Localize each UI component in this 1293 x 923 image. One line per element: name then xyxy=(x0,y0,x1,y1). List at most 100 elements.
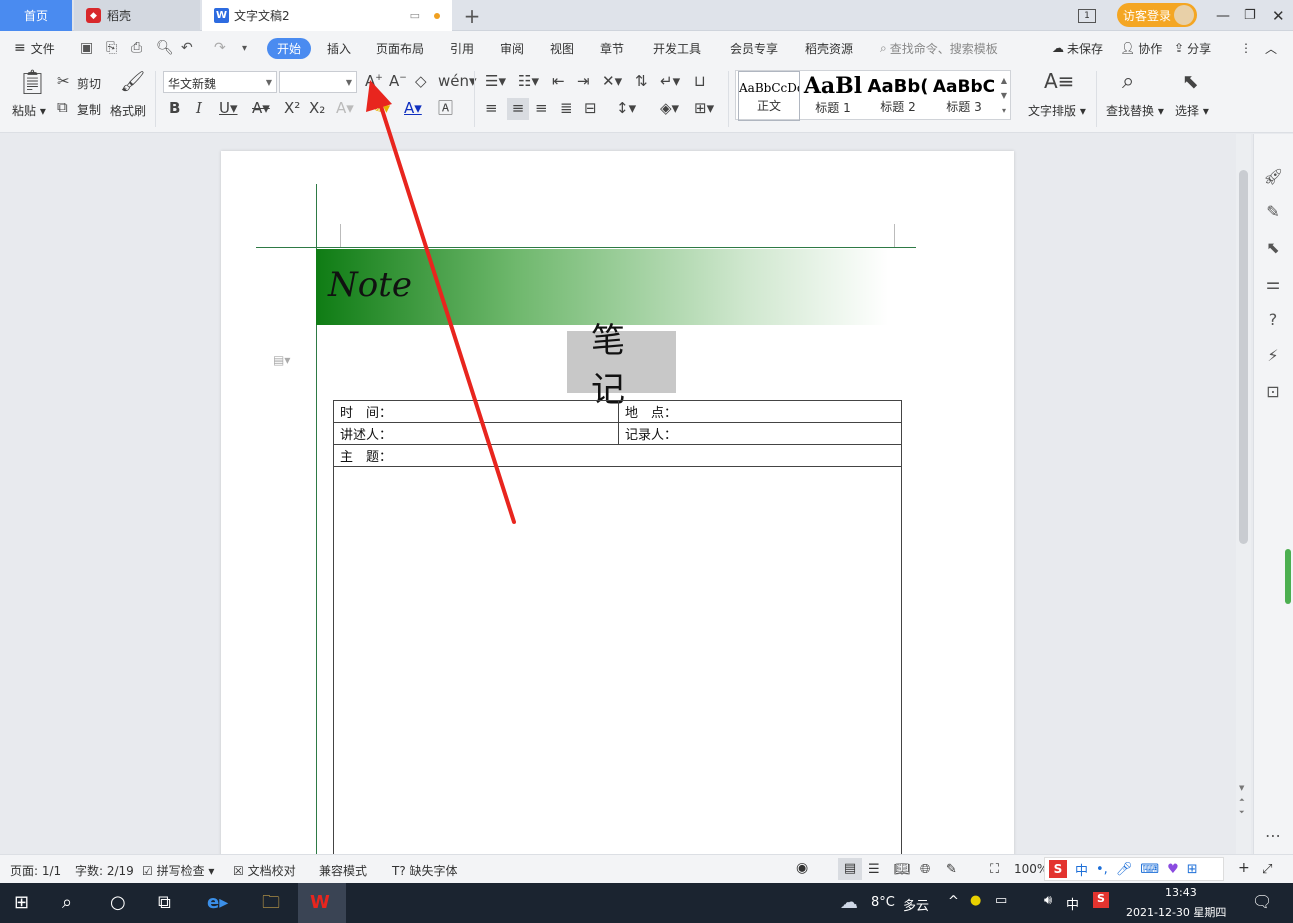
distribute-icon[interactable]: ⊟ xyxy=(584,101,597,116)
missing-font-button[interactable]: T? 缺失字体 xyxy=(392,862,458,879)
compat-mode[interactable]: 兼容模式 xyxy=(319,862,367,879)
spell-check-button[interactable]: ☑ 拼写检查 ▾ xyxy=(142,862,214,879)
tab-insert[interactable]: 插入 xyxy=(327,31,351,65)
increase-font-size-icon[interactable]: A+ xyxy=(365,74,383,89)
new-tab-button[interactable]: + xyxy=(458,0,486,31)
redo-icon[interactable]: ↷ xyxy=(214,31,226,65)
punctuation-icon[interactable]: •, xyxy=(1096,862,1108,877)
table-cell-recorder[interactable]: 记录人： xyxy=(618,422,902,445)
collapse-ribbon-icon[interactable]: ︿ xyxy=(1265,31,1277,65)
tab-start[interactable]: 开始 xyxy=(267,38,311,59)
paste-button[interactable]: 粘贴 ▾ xyxy=(12,102,46,119)
outline-view-icon[interactable]: ☰ xyxy=(868,862,880,877)
style-heading-1[interactable]: AaBl 标题 1 xyxy=(802,71,864,121)
cursor-select-icon[interactable]: ⬉ xyxy=(1182,71,1199,91)
fullscreen-icon[interactable]: ⤢ xyxy=(1262,862,1272,877)
select-button[interactable]: 选择 ▾ xyxy=(1175,102,1209,119)
underline-icon[interactable]: U▾ xyxy=(219,101,238,116)
tray-app-icon[interactable]: ● xyxy=(970,893,981,908)
clock-time[interactable]: 13:43 xyxy=(1165,886,1197,899)
more-options-icon[interactable]: ⋯ xyxy=(1263,826,1283,846)
visitor-login-button[interactable]: 访客登录 xyxy=(1117,3,1197,27)
cortana-icon[interactable]: ○ xyxy=(110,892,126,914)
style-heading-2[interactable]: AaBb( 标题 2 xyxy=(866,71,930,121)
word-count[interactable]: 字数: 2/19 xyxy=(75,862,134,879)
table-cell-time[interactable]: 时 间： xyxy=(333,400,619,423)
collab-button[interactable]: 👤︎ 协作 xyxy=(1120,31,1162,65)
char-border-icon[interactable]: 🄰 xyxy=(438,101,453,116)
tab-daoke-resources[interactable]: 稻壳资源 xyxy=(805,31,853,65)
lightning-icon[interactable]: ⚡︎ xyxy=(1263,346,1283,366)
tab-daoke[interactable]: ◆ 稻壳 xyxy=(74,0,200,31)
tab-member[interactable]: 会员专享 xyxy=(730,31,778,65)
table-cell-place[interactable]: 地 点： xyxy=(618,400,902,423)
tab-stops-icon[interactable]: ⊔ xyxy=(694,74,706,89)
notification-icon[interactable]: 🗨︎ xyxy=(1252,892,1272,911)
copy-button[interactable]: 复制 xyxy=(77,101,101,118)
toolbox-icon[interactable]: ⊞ xyxy=(1187,862,1198,877)
document-page[interactable]: ▤▾ Note 笔记 时 间： 地 点： 讲述人： 记录人： 主 题： xyxy=(221,151,1014,854)
eye-protection-icon[interactable]: ◉ xyxy=(796,860,808,876)
format-painter-icon[interactable]: 🖌︎ xyxy=(120,71,145,91)
sort-icon[interactable]: ⇅ xyxy=(635,74,648,89)
clock-date[interactable]: 2021-12-30 星期四 xyxy=(1126,904,1226,920)
align-center-icon[interactable]: ≡ xyxy=(507,98,529,120)
panel-resize-handle[interactable] xyxy=(1285,549,1291,604)
unsaved-status[interactable]: ☁ 未保存 xyxy=(1052,31,1103,65)
numbered-list-icon[interactable]: ☷▾ xyxy=(518,74,539,89)
increase-indent-icon[interactable]: ⇥ xyxy=(577,74,590,89)
undo-icon[interactable]: ↶ xyxy=(181,31,193,65)
tab-document[interactable]: W 文字文稿2 ▭ xyxy=(202,0,452,31)
restore-button[interactable]: ❐ xyxy=(1244,0,1256,31)
print-icon[interactable]: ⎙ xyxy=(131,31,142,65)
styles-scroll[interactable]: ▲ ▼ ▾ xyxy=(998,71,1010,121)
tab-view[interactable]: 视图 xyxy=(550,31,574,65)
web-view-icon[interactable]: 🌐︎ xyxy=(920,862,930,877)
reading-view-icon[interactable]: 📖︎ xyxy=(894,862,911,877)
tab-page-layout[interactable]: 页面布局 xyxy=(376,31,424,65)
subscript-icon[interactable]: X₂ xyxy=(309,101,325,116)
windows-start-icon[interactable]: ⊞ xyxy=(14,892,29,914)
style-normal[interactable]: AaBbCcDd 正文 xyxy=(738,71,800,121)
strikethrough-icon[interactable]: A▾ xyxy=(252,101,270,116)
ie-browser-icon[interactable]: e▸ xyxy=(207,892,228,914)
document-workspace[interactable]: ▤▾ Note 笔记 时 间： 地 点： 讲述人： 记录人： 主 题： xyxy=(0,134,1253,854)
ime-indicator[interactable]: 中 xyxy=(1066,894,1079,913)
page-view-icon[interactable]: ▤ xyxy=(838,858,862,880)
clear-format-icon[interactable]: ◇ xyxy=(415,74,427,89)
show-marks-icon[interactable]: ↵▾ xyxy=(660,74,680,89)
close-button[interactable]: ✕ xyxy=(1272,0,1285,31)
zoom-in-icon[interactable]: + xyxy=(1238,860,1250,876)
line-spacing-icon[interactable]: ↕▾ xyxy=(616,101,636,116)
scrollbar-thumb[interactable] xyxy=(1239,170,1248,544)
font-color-icon[interactable]: A▾ xyxy=(404,101,422,116)
table-cell-topic[interactable]: 主 题： xyxy=(333,444,902,467)
rocket-icon[interactable]: 🚀︎ xyxy=(1263,167,1283,187)
file-menu[interactable]: ≡ 文件 xyxy=(14,31,55,65)
minimize-button[interactable]: — xyxy=(1216,0,1230,31)
paste-icon[interactable]: 📋︎ xyxy=(17,70,47,94)
search-icon[interactable]: ⌕ xyxy=(62,892,72,914)
ime-toolbar[interactable]: S 中 •, 🎤︎ ⌨ ♥ ⊞ xyxy=(1044,857,1224,881)
tab-review[interactable]: 审阅 xyxy=(500,31,524,65)
scroll-page-buttons[interactable]: ▼ ⏶ ⏷ xyxy=(1239,782,1245,818)
superscript-icon[interactable]: X² xyxy=(284,101,300,116)
fit-page-icon[interactable]: ⛶ xyxy=(990,862,999,877)
keyboard-icon[interactable]: ⌨ xyxy=(1140,862,1159,877)
font-name-select[interactable]: 华文新魏 ▼ xyxy=(163,71,277,93)
pinyin-guide-icon[interactable]: wén▾ xyxy=(438,74,477,89)
volume-icon[interactable]: 🔊︎ xyxy=(1044,893,1052,908)
wps-app-icon[interactable]: W xyxy=(310,892,330,914)
text-effect-icon[interactable]: A▾ xyxy=(336,101,354,116)
pen-icon[interactable]: ✎ xyxy=(1263,202,1283,222)
print-preview-icon[interactable]: 🔍︎ xyxy=(156,31,174,65)
borders-icon[interactable]: ⊞▾ xyxy=(694,101,714,116)
skin-icon[interactable]: ♥ xyxy=(1167,862,1179,877)
quick-access-dropdown-icon[interactable]: ▾ xyxy=(242,31,247,65)
window-layout-icon[interactable]: 1 xyxy=(1078,0,1096,31)
help-icon[interactable]: ? xyxy=(1263,310,1283,330)
document-title[interactable]: 笔记 xyxy=(567,321,676,410)
align-right-icon[interactable]: ≡ xyxy=(535,101,548,116)
command-search[interactable]: ⌕ 查找命令、搜索模板 xyxy=(880,31,998,65)
bold-icon[interactable]: B xyxy=(169,101,180,116)
